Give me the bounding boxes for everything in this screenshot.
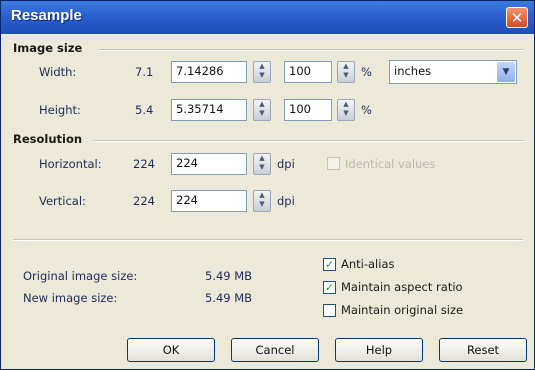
original-size-label: Original image size:	[23, 269, 138, 283]
width-percent-input[interactable]: 100	[284, 61, 332, 83]
new-size-value: 5.49 MB	[205, 291, 253, 305]
height-percent-input[interactable]: 100	[284, 99, 332, 121]
units-dropdown[interactable]: inches ▼	[389, 60, 517, 84]
width-label: Width:	[39, 65, 77, 79]
width-spin-button[interactable]: ▲ ▼	[253, 61, 271, 83]
checkmark-icon: ✓	[324, 281, 335, 294]
maintain-original-size-checkbox[interactable]	[323, 304, 336, 317]
chevron-down-icon[interactable]: ▼	[497, 62, 515, 82]
resample-dialog: Resample ✕ Image size Width: 7.1 7.14286…	[0, 0, 535, 370]
identical-values-checkbox[interactable]	[327, 157, 340, 170]
vertical-dpi-unit: dpi	[277, 194, 295, 208]
vertical-label: Vertical:	[39, 194, 86, 208]
anti-alias-label: Anti-alias	[341, 257, 395, 271]
title-bar[interactable]: Resample ✕	[1, 1, 534, 34]
horizontal-dpi-unit: dpi	[277, 157, 295, 171]
section-separator	[13, 239, 523, 241]
height-percent-spin-button[interactable]: ▲ ▼	[337, 99, 355, 121]
height-input[interactable]: 5.35714	[171, 99, 247, 121]
units-selected-value: inches	[394, 64, 432, 78]
reset-button[interactable]: Reset	[439, 338, 527, 362]
horizontal-dpi-input[interactable]: 224	[171, 153, 247, 175]
resolution-divider	[93, 140, 524, 142]
new-size-label: New image size:	[23, 291, 118, 305]
maintain-aspect-ratio-label: Maintain aspect ratio	[341, 280, 463, 294]
vertical-spin-button[interactable]: ▲ ▼	[253, 190, 271, 212]
width-input[interactable]: 7.14286	[171, 61, 247, 83]
maintain-aspect-ratio-checkbox[interactable]: ✓	[323, 281, 336, 294]
vertical-dpi-input[interactable]: 224	[171, 190, 247, 212]
height-label: Height:	[39, 103, 81, 117]
dialog-title: Resample	[11, 7, 82, 24]
horizontal-spin-button[interactable]: ▲ ▼	[253, 153, 271, 175]
horizontal-original-value: 224	[133, 157, 155, 171]
identical-values-label: Identical values	[345, 157, 436, 171]
height-percent-symbol: %	[361, 103, 372, 117]
anti-alias-checkbox[interactable]: ✓	[323, 258, 336, 271]
image-size-divider	[99, 49, 524, 51]
image-size-group-label: Image size	[13, 41, 83, 55]
width-original-value: 7.1	[135, 65, 154, 79]
horizontal-label: Horizontal:	[39, 157, 102, 171]
close-icon: ✕	[510, 9, 524, 27]
resolution-group-label: Resolution	[13, 132, 83, 146]
close-button[interactable]: ✕	[506, 7, 528, 28]
maintain-original-size-label: Maintain original size	[341, 303, 464, 317]
cancel-button[interactable]: Cancel	[231, 338, 319, 362]
height-spin-button[interactable]: ▲ ▼	[253, 99, 271, 121]
width-percent-symbol: %	[361, 65, 372, 79]
ok-button[interactable]: OK	[127, 338, 215, 362]
checkmark-icon: ✓	[324, 258, 335, 271]
original-size-value: 5.49 MB	[205, 269, 253, 283]
vertical-original-value: 224	[133, 194, 155, 208]
height-original-value: 5.4	[135, 103, 154, 117]
width-percent-spin-button[interactable]: ▲ ▼	[337, 61, 355, 83]
help-button[interactable]: Help	[335, 338, 423, 362]
